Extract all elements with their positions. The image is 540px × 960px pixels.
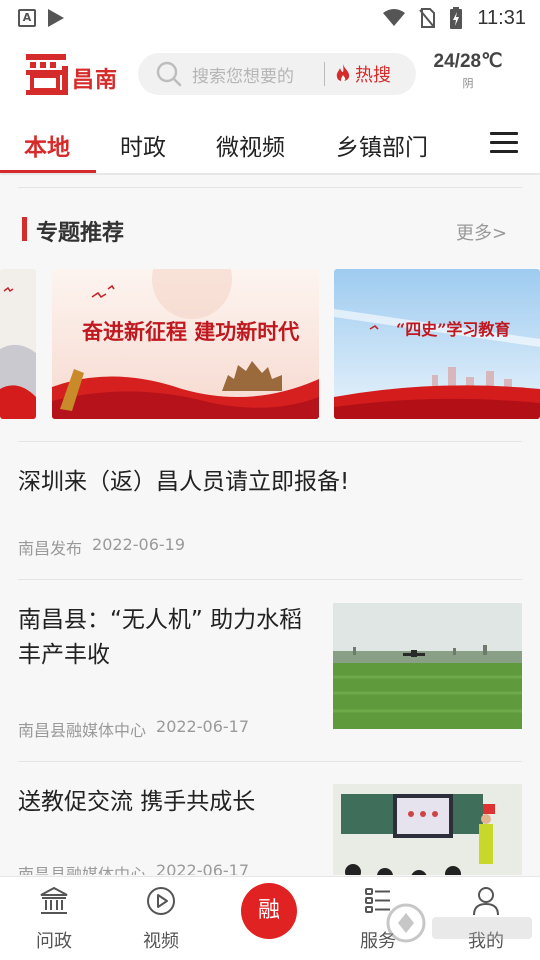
bottom-navigation: 问政 视频 融 服务 我的 [0, 876, 540, 960]
divider [18, 579, 522, 580]
play-store-icon [48, 9, 64, 27]
divider [18, 761, 522, 762]
logo-text: 昌南 [72, 68, 119, 93]
section-title: 专题推荐 [36, 221, 125, 246]
news-source: 南昌县融媒体中心 [18, 721, 147, 740]
tab-towns-departments[interactable]: 乡镇部门 [336, 128, 428, 162]
news-source: 南昌发布 [18, 539, 83, 558]
nav-label: 问政 [36, 931, 72, 952]
nav-rong-button[interactable]: 融 [241, 883, 297, 939]
section-marker [22, 217, 27, 241]
news-thumbnail[interactable] [333, 784, 522, 875]
banner-image [0, 269, 36, 419]
clock: 11:31 [477, 6, 526, 29]
keyboard-notification-icon: A [18, 9, 36, 27]
weather-widget[interactable]: 24/28℃ 阴 [426, 50, 510, 91]
search-placeholder: 搜索您想要的 [192, 66, 294, 87]
logo-mark-icon [26, 54, 68, 95]
tab-local[interactable]: 本地 [24, 128, 70, 162]
no-sim-icon [419, 8, 436, 28]
search-divider [324, 62, 325, 86]
topic-banner[interactable]: 奋进新征程 建功新时代 [52, 269, 319, 419]
news-title[interactable]: 送教促交流 携手共成长 [18, 785, 318, 820]
classroom-image [333, 784, 522, 875]
wifi-icon [383, 9, 406, 26]
flame-icon [336, 64, 350, 82]
banner-caption: “四史”学习教育 [396, 320, 510, 339]
news-source: 南昌县融媒体中心 [18, 865, 147, 875]
topic-banner[interactable] [0, 269, 36, 419]
hot-search-label: 热搜 [355, 65, 391, 86]
news-thumbnail[interactable] [333, 603, 522, 729]
tab-micro-video[interactable]: 微视频 [216, 128, 285, 162]
app-header: 昌南 搜索您想要的 热搜 24/28℃ 阴 [0, 36, 540, 112]
menu-icon[interactable] [490, 132, 518, 154]
government-building-icon [40, 886, 68, 914]
news-meta: 南昌县融媒体中心 2022-06-17 [18, 861, 249, 875]
news-date: 2022-06-17 [156, 717, 249, 736]
news-meta: 南昌县融媒体中心 2022-06-17 [18, 717, 249, 741]
topic-banner[interactable]: “四史”学习教育 [334, 269, 540, 419]
tab-politics[interactable]: 时政 [120, 128, 166, 162]
play-circle-icon [147, 887, 175, 915]
weather-temperature: 24/28℃ [433, 51, 503, 72]
battery-icon [450, 7, 463, 29]
field-image [333, 603, 522, 729]
divider [18, 441, 522, 442]
banner-image: 奋进新征程 建功新时代 [52, 269, 319, 419]
nav-video[interactable]: 视频 [121, 885, 201, 953]
app-logo[interactable]: 昌南 [24, 52, 124, 96]
feed[interactable]: 专题推荐 更多> 奋进新征程 建功新时代 “四史”学习教育 深圳来（返）昌人员请… [0, 175, 540, 875]
news-date: 2022-06-19 [92, 535, 185, 554]
divider [18, 187, 522, 188]
nav-inquiry[interactable]: 问政 [14, 885, 94, 953]
weather-description: 阴 [462, 77, 474, 90]
more-link[interactable]: 更多> [456, 219, 507, 245]
news-date: 2022-06-17 [156, 861, 249, 875]
active-tab-indicator [0, 170, 96, 173]
news-meta: 南昌发布 2022-06-19 [18, 535, 185, 559]
search-icon [156, 61, 182, 87]
nav-label: 视频 [143, 931, 179, 952]
banner-image: “四史”学习教育 [334, 269, 540, 419]
hot-search-button[interactable]: 热搜 [335, 61, 391, 87]
watermark-logo [386, 903, 532, 943]
status-bar: A 11:31 [0, 0, 540, 36]
search-bar[interactable]: 搜索您想要的 热搜 [138, 53, 416, 95]
channel-tabs: 本地 时政 微视频 乡镇部门 [0, 112, 540, 174]
banner-caption: 奋进新征程 建功新时代 [81, 319, 299, 344]
news-title[interactable]: 深圳来（返）昌人员请立即报备! [18, 465, 518, 500]
news-title[interactable]: 南昌县：“无人机” 助力水稻丰产丰收 [18, 603, 318, 673]
